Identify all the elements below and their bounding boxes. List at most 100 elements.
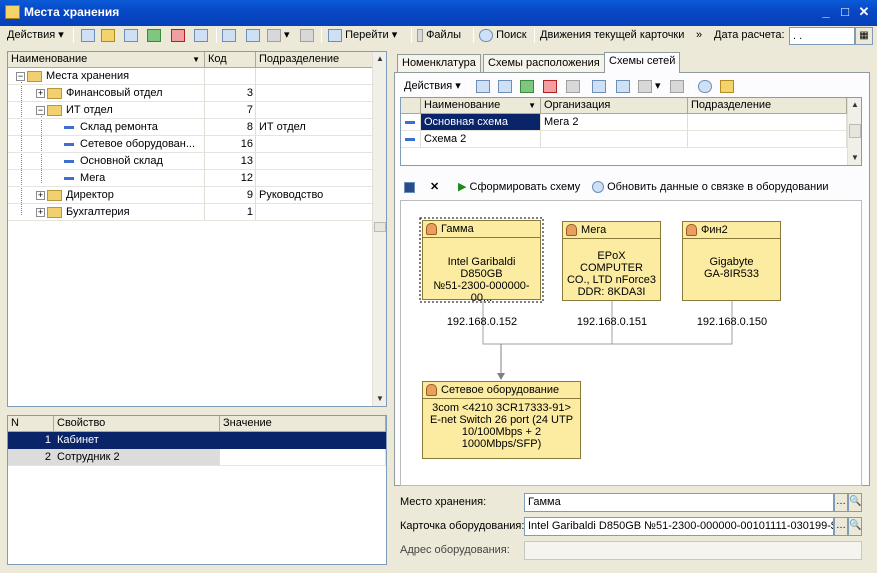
add-icon[interactable] bbox=[81, 26, 95, 45]
delete-icon[interactable] bbox=[543, 77, 557, 96]
table-row[interactable]: + Бухгалтерия 1 bbox=[8, 204, 373, 221]
card-input[interactable]: Intel Garibaldi D850GB №51-2300-000000-0… bbox=[524, 517, 834, 536]
refresh-link-button[interactable]: Обновить данные о связке в оборудовании bbox=[592, 178, 829, 197]
sort-dropdown-icon[interactable]: ▾ bbox=[267, 26, 290, 45]
copy-icon[interactable] bbox=[498, 77, 512, 96]
collapse-icon[interactable]: − bbox=[16, 71, 25, 81]
scroll-down-icon[interactable]: ▼ bbox=[848, 151, 862, 165]
schemes-scrollbar[interactable]: ▲ ▼ bbox=[847, 98, 861, 165]
expand-icon[interactable]: + bbox=[36, 207, 45, 217]
col-header-property[interactable]: Свойство bbox=[54, 416, 220, 432]
col-header-n[interactable]: N bbox=[8, 416, 54, 432]
goto-menu[interactable]: Перейти ▾ bbox=[328, 26, 397, 45]
table-row[interactable]: + Директор 9 Руководство bbox=[8, 187, 373, 204]
play-icon: ▶ bbox=[458, 181, 467, 193]
filter-icon[interactable] bbox=[246, 26, 260, 45]
filter-icon[interactable] bbox=[616, 77, 630, 96]
diagram-toolbar: ✕ ▶ Сформировать схему Обновить данные о… bbox=[400, 178, 870, 196]
storage-open-icon[interactable]: 🔍 bbox=[848, 493, 862, 512]
tab-network-schemes[interactable]: Схемы сетей bbox=[604, 52, 681, 73]
table-row[interactable]: Склад ремонта 8 ИТ отдел bbox=[8, 119, 373, 136]
item-icon bbox=[405, 120, 415, 124]
tab-location-schemes[interactable]: Схемы расположения bbox=[483, 54, 605, 72]
col-header-value[interactable]: Значение bbox=[220, 416, 386, 432]
tree-scrollbar[interactable]: ▲ ▼ bbox=[372, 52, 386, 406]
more-toolbar-icon[interactable]: » bbox=[696, 26, 702, 45]
clear-filter-icon[interactable] bbox=[300, 26, 314, 45]
table-row[interactable]: 2 Сотрудник 2 bbox=[8, 449, 386, 466]
card-select-button[interactable]: … bbox=[834, 517, 848, 536]
table-row[interactable]: Мега 12 bbox=[8, 170, 373, 187]
edit-icon[interactable] bbox=[520, 77, 534, 96]
item-icon bbox=[64, 125, 74, 129]
collapse-icon[interactable]: − bbox=[36, 105, 45, 115]
col-header-name[interactable]: Наименование ▼ bbox=[8, 52, 205, 68]
clear-filter-icon[interactable] bbox=[670, 77, 684, 96]
files-button[interactable]: Файлы bbox=[417, 26, 461, 45]
folder-icon bbox=[27, 70, 42, 82]
item-icon bbox=[64, 159, 74, 163]
expand-icon[interactable]: + bbox=[36, 190, 45, 200]
table-row-selected[interactable]: 1 Кабинет bbox=[8, 432, 386, 449]
app-icon bbox=[5, 5, 20, 19]
address-input[interactable] bbox=[524, 541, 862, 560]
col-header-code[interactable]: Код bbox=[205, 52, 256, 68]
scroll-up-icon[interactable]: ▲ bbox=[848, 98, 862, 112]
node-gamma[interactable]: Гамма Intel Garibaldi D850GB №51-2300-000… bbox=[422, 220, 541, 304]
card-open-icon[interactable]: 🔍 bbox=[848, 517, 862, 536]
col-header-scheme-name[interactable]: Наименование ▼ bbox=[421, 98, 541, 114]
save-icon[interactable] bbox=[404, 178, 415, 197]
item-icon bbox=[64, 176, 74, 180]
sort-dropdown-icon[interactable]: ▾ bbox=[638, 77, 661, 96]
copy-icon[interactable] bbox=[124, 26, 138, 45]
close-button[interactable]: ✕ bbox=[855, 4, 873, 20]
table-row[interactable]: + Финансовый отдел 3 bbox=[8, 85, 373, 102]
edit-icon[interactable] bbox=[147, 26, 161, 45]
window-title: Места хранения bbox=[24, 5, 120, 19]
add-icon[interactable] bbox=[476, 77, 490, 96]
calendar-icon[interactable]: ▦ bbox=[855, 27, 873, 45]
node-mega[interactable]: Мега EPoX COMPUTER CO., LTD nForce3 DDR: 8… bbox=[562, 221, 661, 301]
maximize-button[interactable]: □ bbox=[836, 4, 854, 20]
table-row[interactable]: Сетевое оборудован... 16 bbox=[8, 136, 373, 153]
col-header-dept[interactable]: Подразделение bbox=[256, 52, 373, 68]
main-toolbar: Действия ▾ ▾ Перейти ▾ Файлы Поиск Движе… bbox=[3, 26, 874, 46]
delete-icon[interactable] bbox=[171, 26, 185, 45]
scroll-thumb[interactable] bbox=[849, 124, 861, 138]
minimize-button[interactable]: _ bbox=[817, 4, 835, 20]
table-row[interactable]: − Места хранения bbox=[8, 68, 373, 85]
hierarchy-icon[interactable] bbox=[222, 26, 236, 45]
actions-menu[interactable]: Действия ▾ bbox=[7, 26, 64, 45]
node-fin2[interactable]: Фин2 Gigabyte GA-8IR533 bbox=[682, 221, 781, 301]
date-input[interactable]: . . bbox=[789, 27, 855, 45]
refresh-icon[interactable] bbox=[698, 77, 712, 96]
scroll-down-icon[interactable]: ▼ bbox=[373, 392, 387, 406]
table-row-selected[interactable]: Основная схема Мега 2 bbox=[401, 114, 847, 131]
help-icon[interactable] bbox=[720, 77, 734, 96]
close-icon[interactable]: ✕ bbox=[430, 178, 439, 197]
hierarchy-icon[interactable] bbox=[592, 77, 606, 96]
storage-input[interactable]: Гамма bbox=[524, 493, 834, 512]
network-diagram-canvas[interactable]: Гамма Intel Garibaldi D850GB №51-2300-000… bbox=[400, 200, 862, 486]
ip-label-fin2: 192.168.0.150 bbox=[696, 316, 768, 328]
ip-label-mega: 192.168.0.151 bbox=[576, 316, 648, 328]
col-header-scheme-dept[interactable]: Подразделение bbox=[688, 98, 847, 114]
node-network-switch[interactable]: Сетевое оборудование 3com <4210 3CR17333… bbox=[422, 381, 581, 459]
move-to-group-icon[interactable] bbox=[194, 26, 208, 45]
table-row[interactable]: Схема 2 bbox=[401, 131, 847, 148]
col-header-organization[interactable]: Организация bbox=[541, 98, 688, 114]
search-button[interactable]: Поиск bbox=[479, 26, 527, 45]
form-scheme-button[interactable]: ▶ Сформировать схему bbox=[458, 178, 580, 197]
storage-select-button[interactable]: … bbox=[834, 493, 848, 512]
table-row[interactable]: Основной склад 13 bbox=[8, 153, 373, 170]
schemes-actions-menu[interactable]: Действия ▾ bbox=[404, 77, 461, 96]
storage-tree: Наименование ▼ Код Подразделение − Места х… bbox=[7, 51, 387, 407]
expand-icon[interactable]: + bbox=[36, 88, 45, 98]
add-folder-icon[interactable] bbox=[101, 26, 115, 45]
scroll-thumb[interactable] bbox=[374, 222, 386, 232]
movements-button[interactable]: Движения текущей карточки bbox=[540, 26, 684, 45]
table-row[interactable]: − ИТ отдел 7 bbox=[8, 102, 373, 119]
tab-nomenclature[interactable]: Номенклатура bbox=[397, 54, 481, 72]
scroll-up-icon[interactable]: ▲ bbox=[373, 52, 387, 66]
properties-table: N Свойство Значение 1 Кабинет 2 Сотрудни… bbox=[7, 415, 387, 565]
